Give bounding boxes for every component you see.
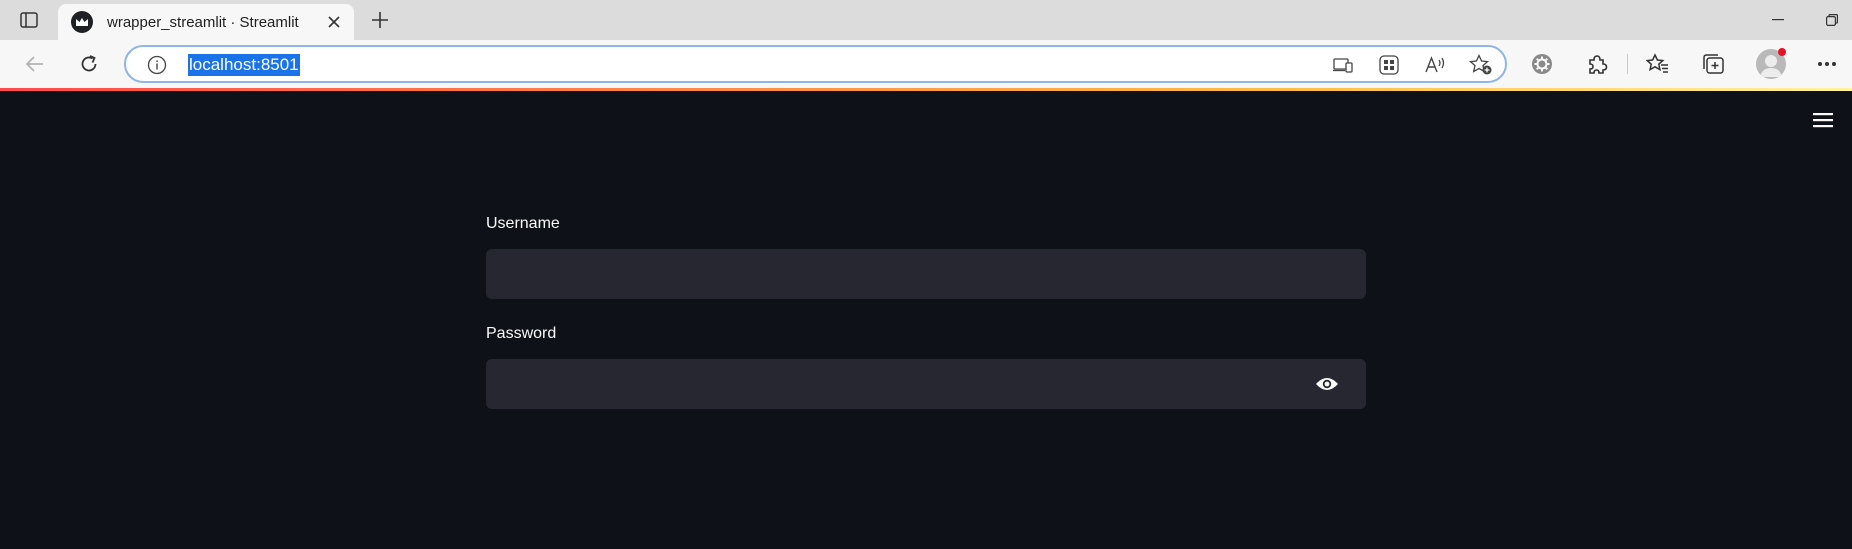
app-view: Username Password (0, 91, 1852, 549)
tab-title: wrapper_streamlit · Streamlit (107, 13, 299, 31)
puzzle-icon[interactable] (1580, 48, 1614, 80)
minimize-icon[interactable] (1760, 6, 1796, 34)
app-available-icon[interactable] (1330, 53, 1356, 77)
username-label: Username (486, 215, 560, 232)
password-label: Password (486, 325, 557, 342)
read-aloud-icon[interactable] (1422, 53, 1448, 77)
url-text[interactable]: localhost:8501 (188, 54, 300, 76)
notification-dot (1778, 48, 1786, 56)
back-arrow-icon[interactable] (18, 48, 52, 80)
tab-actions-icon[interactable] (14, 8, 44, 32)
eye-icon[interactable] (1314, 372, 1340, 396)
refresh-icon[interactable] (72, 48, 106, 80)
streamlit-crown-icon (71, 11, 93, 33)
favorites-icon[interactable] (1641, 48, 1675, 80)
collections-icon[interactable] (1696, 48, 1730, 80)
more-icon[interactable] (1810, 48, 1844, 80)
browser-tab[interactable]: wrapper_streamlit · Streamlit (58, 4, 354, 40)
plus-icon[interactable] (364, 6, 396, 34)
browser-tabstrip: wrapper_streamlit · Streamlit (0, 0, 1852, 40)
apps-grid-icon[interactable] (1376, 53, 1402, 77)
gear-icon[interactable] (1525, 48, 1559, 80)
restore-icon[interactable] (1814, 6, 1850, 34)
password-input[interactable] (486, 359, 1366, 409)
username-input[interactable] (486, 249, 1366, 299)
star-add-icon[interactable] (1468, 53, 1494, 77)
address-bar[interactable]: localhost:8501 (124, 45, 1507, 83)
close-icon[interactable] (320, 8, 348, 36)
browser-toolbar: localhost:8501 (0, 40, 1852, 88)
hamburger-menu-icon[interactable] (1810, 109, 1836, 131)
toolbar-divider (1627, 54, 1628, 74)
info-icon[interactable] (146, 54, 168, 76)
